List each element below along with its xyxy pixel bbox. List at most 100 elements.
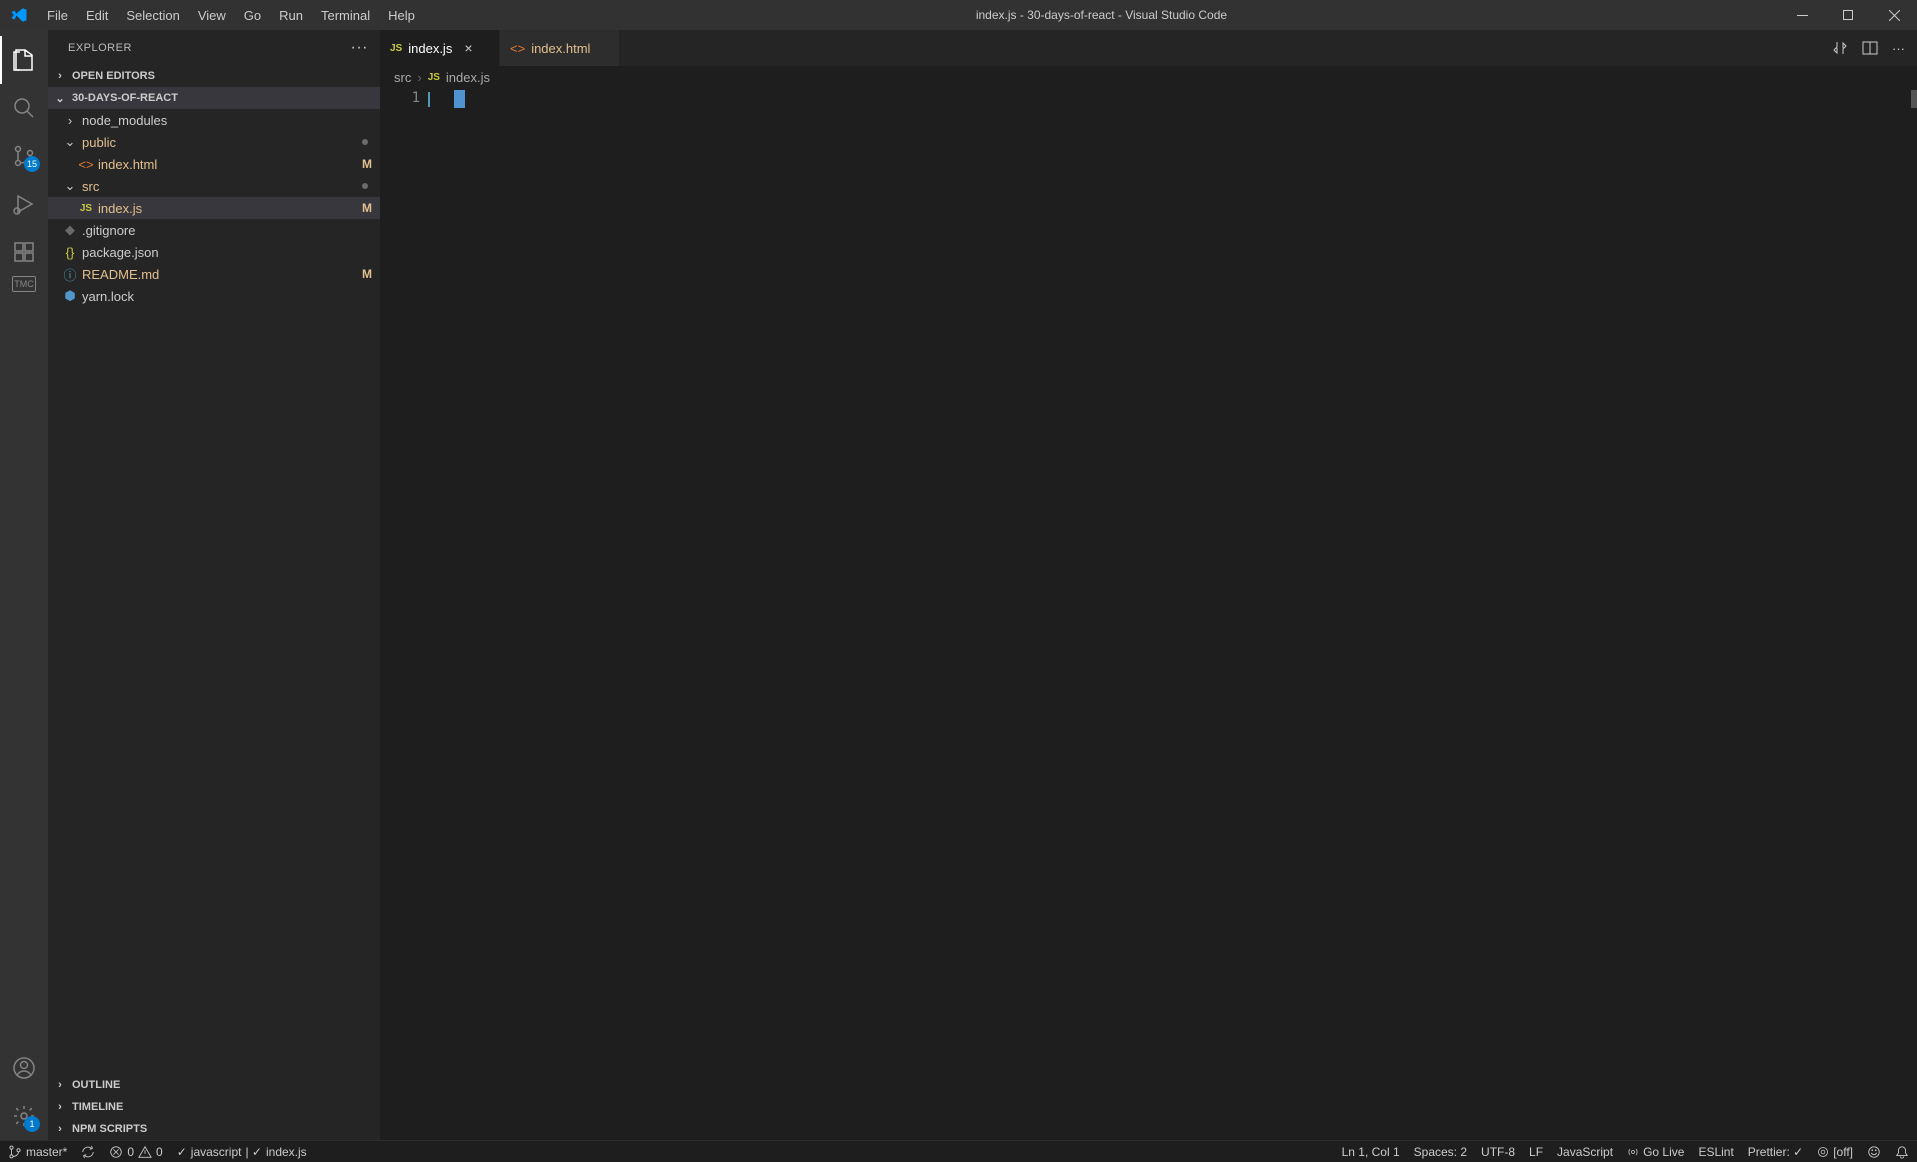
window-title: index.js - 30-days-of-react - Visual Stu… xyxy=(424,8,1779,22)
sidebar-title: EXPLORER xyxy=(68,42,132,54)
status-feedback-icon[interactable] xyxy=(1867,1145,1881,1159)
status-prettier[interactable]: Prettier: ✓ xyxy=(1748,1145,1803,1159)
html-icon: <> xyxy=(510,41,525,56)
chevron-right-icon: › xyxy=(52,1079,68,1091)
editor-content[interactable]: 1 xyxy=(380,88,1917,1140)
activity-source-control[interactable]: 15 xyxy=(0,132,48,180)
tab-label: index.html xyxy=(531,41,590,56)
activity-settings[interactable]: 1 xyxy=(0,1092,48,1140)
code-area[interactable] xyxy=(440,88,1909,1140)
folder-public[interactable]: ⌄ public xyxy=(48,131,380,153)
file-packagejson[interactable]: {} package.json xyxy=(48,241,380,263)
menu-bar: File Edit Selection View Go Run Terminal… xyxy=(38,3,424,28)
file-public-indexhtml[interactable]: <> index.html M xyxy=(48,153,380,175)
section-label: OUTLINE xyxy=(72,1079,120,1091)
menu-edit[interactable]: Edit xyxy=(77,3,117,28)
tree-label: src xyxy=(82,179,362,194)
tree-label: README.md xyxy=(82,267,362,282)
cursor xyxy=(454,90,465,108)
maximize-button[interactable] xyxy=(1825,0,1871,30)
chevron-right-icon: › xyxy=(417,70,421,85)
section-label: OPEN EDITORS xyxy=(72,70,155,82)
status-encoding[interactable]: UTF-8 xyxy=(1481,1145,1515,1159)
modified-dot-icon xyxy=(362,183,368,189)
status-eol[interactable]: LF xyxy=(1529,1145,1543,1159)
section-open-editors[interactable]: › OPEN EDITORS xyxy=(48,65,380,87)
file-src-indexjs[interactable]: JS index.js M xyxy=(48,197,380,219)
status-branch[interactable]: master* xyxy=(8,1145,67,1159)
status-bar: master* 0 0 ✓ javascript | ✓ index.js Ln… xyxy=(0,1140,1917,1162)
settings-badge: 1 xyxy=(24,1116,40,1132)
chevron-right-icon: › xyxy=(52,70,68,82)
minimap[interactable] xyxy=(1909,88,1917,1140)
split-editor-icon[interactable] xyxy=(1862,40,1878,56)
status-golive[interactable]: Go Live xyxy=(1627,1145,1684,1159)
status-language-mode[interactable]: JavaScript xyxy=(1557,1145,1613,1159)
menu-view[interactable]: View xyxy=(189,3,235,28)
minimap-thumb[interactable] xyxy=(1911,90,1917,108)
menu-run[interactable]: Run xyxy=(270,3,312,28)
chevron-right-icon: › xyxy=(52,1101,68,1113)
status-spell[interactable]: [off] xyxy=(1817,1145,1853,1159)
status-language-check[interactable]: ✓ javascript | ✓ index.js xyxy=(177,1145,307,1159)
menu-go[interactable]: Go xyxy=(235,3,270,28)
info-icon: ⓘ xyxy=(62,265,78,284)
activity-accounts[interactable] xyxy=(0,1044,48,1092)
menu-terminal[interactable]: Terminal xyxy=(312,3,379,28)
activity-tmc[interactable]: TMC xyxy=(12,276,36,292)
folder-node-modules[interactable]: › node_modules xyxy=(48,109,380,131)
git-m-status: M xyxy=(362,267,372,281)
json-icon: {} xyxy=(62,245,78,260)
scm-badge: 15 xyxy=(24,156,40,172)
gutter: 1 xyxy=(380,88,440,1140)
tree-label: node_modules xyxy=(82,113,372,128)
menu-selection[interactable]: Selection xyxy=(117,3,188,28)
section-label: NPM SCRIPTS xyxy=(72,1123,147,1135)
section-label: TIMELINE xyxy=(72,1101,123,1113)
activity-explorer[interactable] xyxy=(0,36,48,84)
breadcrumb-file[interactable]: index.js xyxy=(446,70,490,85)
tab-indexhtml[interactable]: <> index.html xyxy=(500,30,620,66)
section-project[interactable]: ⌄ 30-DAYS-OF-REACT xyxy=(48,87,380,109)
file-yarnlock[interactable]: ⬢ yarn.lock xyxy=(48,285,380,307)
section-label: 30-DAYS-OF-REACT xyxy=(72,92,178,104)
breadcrumb[interactable]: src › JS index.js xyxy=(380,66,1917,88)
section-npm-scripts[interactable]: › NPM SCRIPTS xyxy=(48,1118,380,1140)
status-eslint[interactable]: ESLint xyxy=(1698,1145,1733,1159)
minimize-button[interactable] xyxy=(1779,0,1825,30)
activity-run-debug[interactable] xyxy=(0,180,48,228)
line-number-1: 1 xyxy=(380,90,420,109)
js-icon: JS xyxy=(390,43,402,54)
chevron-down-icon: ⌄ xyxy=(52,92,68,105)
status-cursor-position[interactable]: Ln 1, Col 1 xyxy=(1342,1145,1400,1159)
file-readme[interactable]: ⓘ README.md M xyxy=(48,263,380,285)
tree-label: .gitignore xyxy=(82,223,372,238)
sidebar-more-icon[interactable]: ··· xyxy=(351,39,368,57)
status-indentation[interactable]: Spaces: 2 xyxy=(1414,1145,1467,1159)
window-controls xyxy=(1779,0,1917,30)
section-timeline[interactable]: › TIMELINE xyxy=(48,1096,380,1118)
explorer-tree: › node_modules ⌄ public <> index.html M … xyxy=(48,109,380,1074)
status-sync[interactable] xyxy=(81,1145,95,1159)
activity-search[interactable] xyxy=(0,84,48,132)
status-problems[interactable]: 0 0 xyxy=(109,1145,162,1159)
vscode-logo-icon xyxy=(10,6,28,24)
activity-extensions[interactable] xyxy=(0,228,48,276)
tree-label: yarn.lock xyxy=(82,289,372,304)
chevron-right-icon: › xyxy=(62,113,78,128)
tree-label: package.json xyxy=(82,245,372,260)
tab-indexjs[interactable]: JS index.js × xyxy=(380,30,500,66)
status-notifications-icon[interactable] xyxy=(1895,1145,1909,1159)
chevron-right-icon: › xyxy=(52,1123,68,1135)
menu-help[interactable]: Help xyxy=(379,3,424,28)
tab-close-icon[interactable]: × xyxy=(464,40,472,56)
close-button[interactable] xyxy=(1871,0,1917,30)
folder-src[interactable]: ⌄ src xyxy=(48,175,380,197)
compare-changes-icon[interactable] xyxy=(1832,40,1848,56)
menu-file[interactable]: File xyxy=(38,3,77,28)
more-actions-icon[interactable]: ··· xyxy=(1892,41,1905,56)
section-outline[interactable]: › OUTLINE xyxy=(48,1074,380,1096)
breadcrumb-src[interactable]: src xyxy=(394,70,411,85)
file-gitignore[interactable]: ◆ .gitignore xyxy=(48,219,380,241)
editor-area: JS index.js × <> index.html ··· src › xyxy=(380,30,1917,1140)
